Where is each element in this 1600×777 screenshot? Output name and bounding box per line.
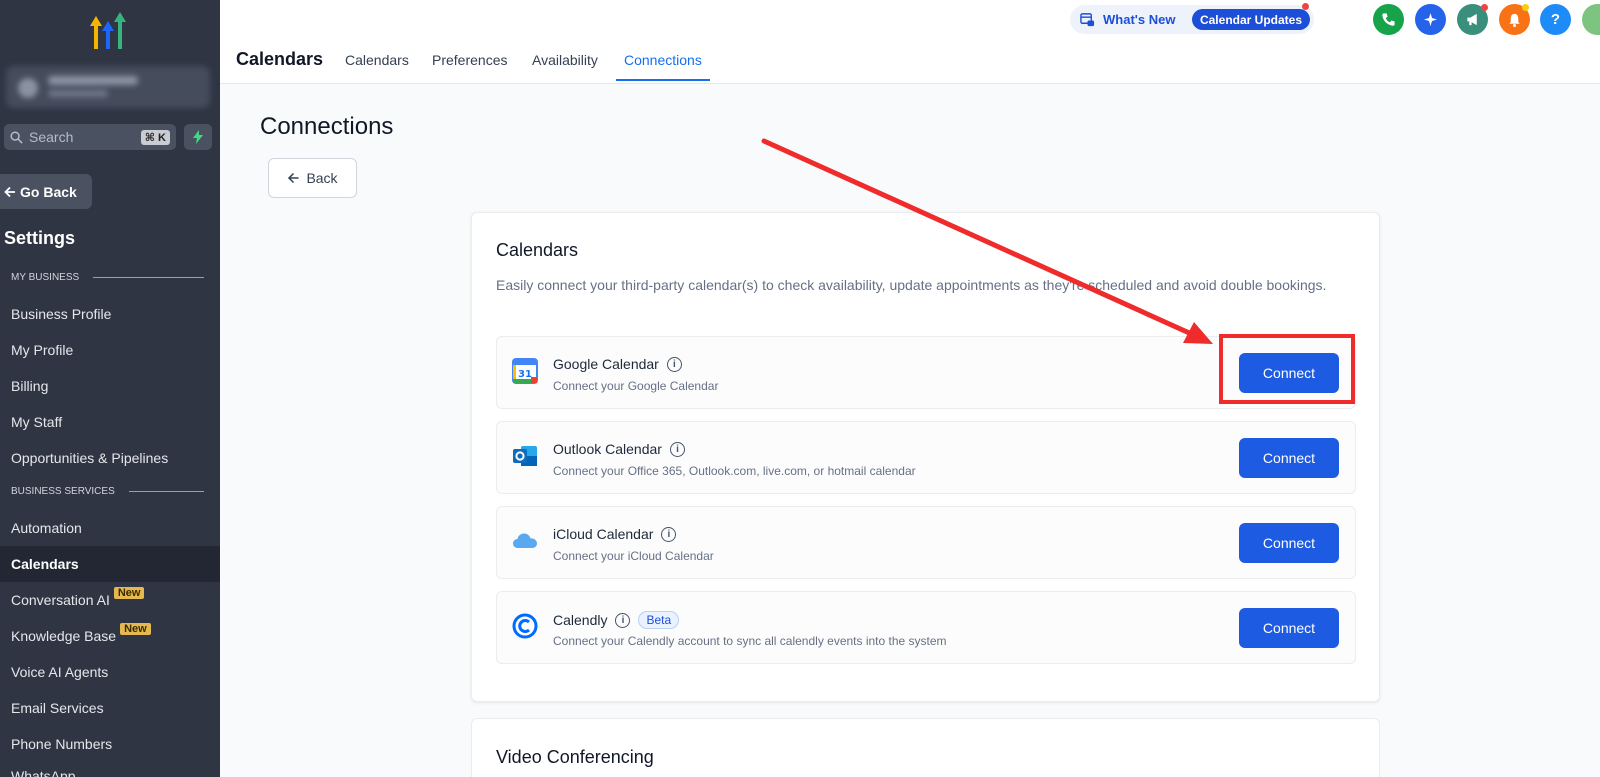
new-badge: New xyxy=(120,623,151,635)
go-back-label: Go Back xyxy=(20,183,77,200)
connection-description: Connect your iCloud Calendar xyxy=(553,549,714,563)
sidebar-item-voice-ai-agents[interactable]: Voice AI Agents xyxy=(0,654,220,690)
megaphone-notification-dot xyxy=(1481,4,1488,11)
outlook-icon xyxy=(513,446,537,466)
connection-name: Calendly i Beta xyxy=(553,611,680,629)
back-button[interactable]: Back xyxy=(268,158,357,198)
sidebar-item-phone-numbers[interactable]: Phone Numbers xyxy=(0,726,220,762)
connect-outlook-button[interactable]: Connect xyxy=(1239,438,1339,478)
section-business-services: BUSINESS SERVICES xyxy=(11,486,204,497)
connection-name: iCloud Calendar i xyxy=(553,526,677,542)
sidebar-item-business-profile[interactable]: Business Profile xyxy=(0,296,220,332)
sidebar-item-automation[interactable]: Automation xyxy=(0,510,220,546)
quick-action-button[interactable] xyxy=(184,124,212,150)
connection-description: Connect your Google Calendar xyxy=(553,379,719,393)
sidebar-item-email-services[interactable]: Email Services xyxy=(0,690,220,726)
connection-name: Google Calendar i xyxy=(553,356,682,372)
info-icon[interactable]: i xyxy=(661,526,677,542)
active-tab-indicator xyxy=(616,79,710,81)
ai-sparkle-icon[interactable] xyxy=(1415,4,1446,35)
tab-preferences[interactable]: Preferences xyxy=(432,52,507,68)
google-calendar-icon: 31 xyxy=(512,358,538,384)
beta-badge: Beta xyxy=(638,611,680,629)
back-label: Back xyxy=(306,170,338,186)
arrow-left-icon xyxy=(288,172,299,184)
phone-icon[interactable] xyxy=(1373,4,1404,35)
go-back-button[interactable]: Go Back xyxy=(0,174,92,209)
connection-row-icloud: iCloud Calendar i Connect your iCloud Cal… xyxy=(496,506,1356,579)
connection-name: Outlook Calendar i xyxy=(553,441,685,457)
sidebar-item-whatsapp[interactable]: WhatsApp xyxy=(0,758,220,777)
tab-connections[interactable]: Connections xyxy=(624,52,702,68)
sidebar-item-billing[interactable]: Billing xyxy=(0,368,220,404)
calendars-card: Calendars Easily connect your third-part… xyxy=(471,212,1380,702)
search-icon xyxy=(10,130,23,144)
connection-row-calendly: Calendly i Beta Connect your Calendly acco… xyxy=(496,591,1356,664)
section-my-business: MY BUSINESS xyxy=(11,272,204,283)
whats-new-label: What's New xyxy=(1103,12,1176,27)
info-icon[interactable]: i xyxy=(669,441,685,457)
sidebar-item-calendars[interactable]: Calendars xyxy=(0,546,220,582)
calendars-card-description: Easily connect your third-party calendar… xyxy=(496,277,1327,293)
info-icon[interactable]: i xyxy=(666,356,682,372)
tab-calendars[interactable]: Calendars xyxy=(345,52,409,68)
help-icon[interactable]: ? xyxy=(1540,4,1571,35)
connect-calendly-button[interactable]: Connect xyxy=(1239,608,1339,648)
video-conferencing-title: Video Conferencing xyxy=(496,747,654,767)
svg-text:31: 31 xyxy=(518,369,532,380)
highlight-box xyxy=(1219,334,1355,404)
brand-logo xyxy=(90,12,126,49)
connection-description: Connect your Calendly account to sync al… xyxy=(553,634,947,648)
sidebar-search[interactable]: Search ⌘ K xyxy=(4,124,176,150)
arrow-left-icon xyxy=(4,186,15,197)
calendar-updates-pill[interactable]: Calendar Updates xyxy=(1191,9,1310,30)
connection-description: Connect your Office 365, Outlook.com, li… xyxy=(553,464,916,478)
calendar-chat-icon xyxy=(1080,13,1095,27)
sidebar-item-opportunities[interactable]: Opportunities & Pipelines xyxy=(0,440,220,476)
sidebar: Search ⌘ K Go Back Settings MY BUSINESS … xyxy=(0,0,220,777)
notification-dot xyxy=(1302,3,1309,10)
tab-availability[interactable]: Availability xyxy=(532,52,598,68)
connection-row-outlook: Outlook Calendar i Connect your Office 36… xyxy=(496,421,1356,494)
calendars-card-title: Calendars xyxy=(496,240,579,260)
sidebar-item-my-profile[interactable]: My Profile xyxy=(0,332,220,368)
sidebar-item-knowledge-base[interactable]: Knowledge Base New xyxy=(0,618,220,654)
calendly-icon xyxy=(512,613,538,639)
top-header: Calendars Calendars Preferences Availabi… xyxy=(220,0,1600,84)
user-avatar[interactable] xyxy=(1582,4,1600,35)
page-title: Connections xyxy=(260,113,394,140)
connect-icloud-button[interactable]: Connect xyxy=(1239,523,1339,563)
whats-new-button[interactable]: What's New Calendar Updates xyxy=(1070,5,1314,34)
sidebar-item-conversation-ai[interactable]: Conversation AI New xyxy=(0,582,220,618)
page-section-title: Calendars xyxy=(236,49,324,69)
search-placeholder: Search xyxy=(29,129,74,145)
info-icon[interactable]: i xyxy=(615,612,631,628)
sidebar-item-my-staff[interactable]: My Staff xyxy=(0,404,220,440)
icloud-icon xyxy=(513,533,537,548)
account-switcher[interactable] xyxy=(6,66,210,108)
bell-notification-dot xyxy=(1522,4,1529,11)
search-shortcut: ⌘ K xyxy=(140,129,170,145)
video-conferencing-card: Video Conferencing xyxy=(471,718,1380,777)
new-badge: New xyxy=(113,587,145,599)
settings-title: Settings xyxy=(4,228,76,248)
lightning-icon xyxy=(193,130,203,144)
